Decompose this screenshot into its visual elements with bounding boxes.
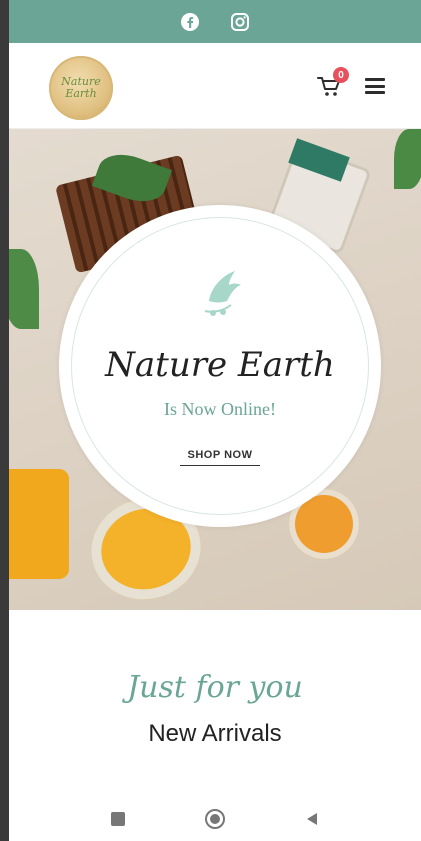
recents-square-icon[interactable] [106, 807, 130, 831]
leaf-right [394, 129, 421, 189]
social-topbar [9, 0, 421, 43]
bird-icon [204, 271, 241, 316]
logo-line-2: Earth [65, 87, 97, 100]
section-heading: New Arrivals [148, 720, 282, 747]
shop-now-link[interactable]: SHOP NOW [180, 449, 260, 466]
app-screen: Nature Earth 0 Nature Earth Is Now Onlin… [9, 0, 421, 841]
facebook-icon[interactable] [180, 12, 200, 32]
home-circle-icon[interactable] [203, 807, 227, 831]
system-navigation-bar [9, 796, 421, 841]
hero-banner: Nature Earth Is Now Online! SHOP NOW [9, 129, 421, 610]
site-header: Nature Earth 0 [9, 43, 421, 129]
back-triangle-icon[interactable] [300, 807, 324, 831]
instagram-icon[interactable] [230, 12, 250, 32]
hamburger-menu-icon[interactable] [365, 78, 385, 94]
cart-count-badge: 0 [333, 67, 349, 83]
hero-title: Nature Earth [105, 345, 335, 385]
leaf-left [9, 249, 39, 329]
brand-logo[interactable]: Nature Earth [49, 56, 113, 120]
section-script-heading: Just for you [127, 670, 303, 705]
honey-jar-left [9, 469, 69, 579]
hero-subtitle: Is Now Online! [164, 399, 276, 419]
hero-circle: Nature Earth Is Now Online! SHOP NOW [59, 205, 381, 527]
